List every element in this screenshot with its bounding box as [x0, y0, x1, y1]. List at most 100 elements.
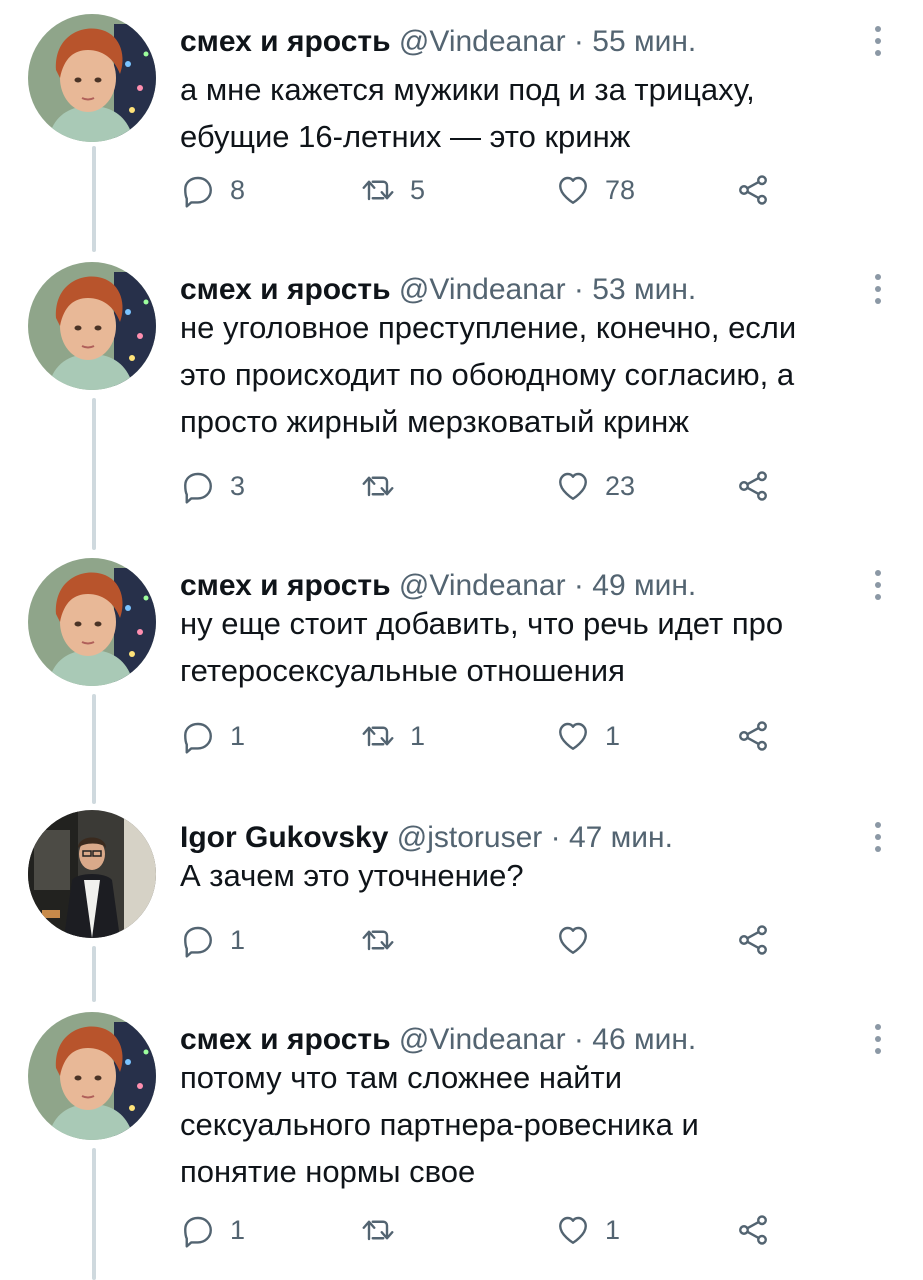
more-options-icon[interactable]: [873, 822, 883, 856]
author-name[interactable]: Igor Gukovsky: [180, 821, 388, 854]
reply-button[interactable]: 1: [180, 1210, 245, 1250]
like-button[interactable]: [555, 920, 605, 960]
tweet-text: А зачем это уточнение?: [180, 852, 885, 899]
tweet[interactable]: смех и ярость @Vindeanar · 55 мин. а мне…: [0, 14, 923, 244]
tweet-text-line: ебущие 16-летних — это кринж: [180, 119, 631, 154]
avatar[interactable]: [28, 810, 156, 938]
like-button[interactable]: 23: [555, 466, 635, 506]
timestamp[interactable]: 49 мин.: [592, 569, 696, 602]
author-name[interactable]: смех и ярость: [180, 1023, 391, 1056]
tweet[interactable]: смех и ярость @Vindeanar · 53 мин. не уг…: [0, 262, 923, 542]
retweet-button[interactable]: [360, 466, 410, 506]
tweet[interactable]: смех и ярость @Vindeanar · 49 мин. ну ещ…: [0, 558, 923, 794]
tweet-text-line: гетеросексуальные отношения: [180, 653, 625, 688]
timestamp[interactable]: 47 мин.: [569, 821, 673, 854]
share-icon: [735, 922, 771, 958]
author-name[interactable]: смех и ярость: [180, 273, 391, 306]
like-button[interactable]: 1: [555, 1210, 620, 1250]
like-count: 1: [605, 720, 621, 751]
share-button[interactable]: [735, 1210, 771, 1250]
retweet-button[interactable]: 5: [360, 170, 425, 210]
share-button[interactable]: [735, 466, 771, 506]
retweet-button[interactable]: [360, 1210, 410, 1250]
share-icon: [735, 1212, 771, 1248]
avatar[interactable]: [28, 558, 156, 686]
timestamp[interactable]: 53 мин.: [592, 273, 696, 306]
tweet-header: смех и ярость @Vindeanar · 55 мин.: [180, 24, 696, 60]
more-options-icon[interactable]: [873, 274, 883, 308]
like-button[interactable]: 1: [555, 716, 620, 756]
like-icon: [555, 718, 591, 754]
tweet-text-line: не уголовное преступление, конечно, если: [180, 310, 797, 345]
reply-button[interactable]: 8: [180, 170, 245, 210]
reply-button[interactable]: 3: [180, 466, 245, 506]
avatar[interactable]: [28, 262, 156, 390]
tweet-text: потому что там сложнее найти сексуальног…: [180, 1054, 885, 1195]
tweet-text-line: потому что там сложнее найти: [180, 1060, 623, 1095]
tweet[interactable]: смех и ярость @Vindeanar · 46 мин. потом…: [0, 1012, 923, 1262]
avatar[interactable]: [28, 14, 156, 142]
author-handle[interactable]: @Vindeanar: [399, 25, 566, 58]
more-options-icon[interactable]: [873, 26, 883, 60]
share-button[interactable]: [735, 920, 771, 960]
tweet-text-line: А зачем это уточнение?: [180, 858, 524, 893]
tweet-actions: 1: [180, 920, 800, 960]
timestamp[interactable]: 55 мин.: [592, 25, 696, 58]
more-options-icon[interactable]: [873, 570, 883, 604]
reply-icon: [180, 468, 216, 504]
reply-count: 1: [230, 924, 246, 955]
author-handle[interactable]: @Vindeanar: [399, 569, 566, 602]
tweet-actions: 1 1 1: [180, 716, 800, 756]
like-button[interactable]: 78: [555, 170, 635, 210]
tweet-text: не уголовное преступление, конечно, если…: [180, 304, 885, 445]
tweet-text-line: понятие нормы свое: [180, 1154, 476, 1189]
author-handle[interactable]: @Vindeanar: [399, 273, 566, 306]
retweet-icon: [360, 1212, 396, 1248]
reply-count: 8: [230, 174, 246, 205]
like-count: 78: [605, 174, 636, 205]
separator: ·: [573, 273, 584, 306]
like-count: 23: [605, 470, 636, 501]
reply-count: 1: [230, 1214, 246, 1245]
tweet[interactable]: Igor Gukovsky @jstoruser · 47 мин. А зач…: [0, 810, 923, 996]
reply-icon: [180, 1212, 216, 1248]
reply-button[interactable]: 1: [180, 920, 245, 960]
share-button[interactable]: [735, 170, 771, 210]
more-options-icon[interactable]: [873, 1024, 883, 1058]
retweet-icon: [360, 718, 396, 754]
like-icon: [555, 172, 591, 208]
reply-count: 3: [230, 470, 246, 501]
reply-icon: [180, 718, 216, 754]
share-icon: [735, 172, 771, 208]
retweet-icon: [360, 468, 396, 504]
share-button[interactable]: [735, 716, 771, 756]
tweet-text: а мне кажется мужики под и за трицаху, е…: [180, 66, 885, 160]
reply-icon: [180, 922, 216, 958]
retweet-count: 1: [410, 720, 426, 751]
tweet-header: смех и ярость @Vindeanar · 53 мин.: [180, 272, 696, 308]
tweet-text-line: ну еще стоит добавить, что речь идет про: [180, 606, 784, 641]
retweet-button[interactable]: [360, 920, 410, 960]
retweet-button[interactable]: 1: [360, 716, 425, 756]
tweet-actions: 1 1: [180, 1210, 800, 1250]
reply-button[interactable]: 1: [180, 716, 245, 756]
like-icon: [555, 468, 591, 504]
retweet-icon: [360, 172, 396, 208]
separator: ·: [573, 1023, 584, 1056]
like-count: 1: [605, 1214, 621, 1245]
author-handle[interactable]: @jstoruser: [397, 821, 543, 854]
tweet-text-line: сексуального партнера-ровесника и: [180, 1107, 699, 1142]
author-name[interactable]: смех и ярость: [180, 569, 391, 602]
author-handle[interactable]: @Vindeanar: [399, 1023, 566, 1056]
author-name[interactable]: смех и ярость: [180, 25, 391, 58]
timestamp[interactable]: 46 мин.: [592, 1023, 696, 1056]
retweet-count: 5: [410, 174, 426, 205]
retweet-icon: [360, 922, 396, 958]
tweet-header: Igor Gukovsky @jstoruser · 47 мин.: [180, 820, 673, 856]
tweet-header: смех и ярость @Vindeanar · 49 мин.: [180, 568, 696, 604]
tweet-actions: 8 5 78: [180, 170, 800, 210]
tweet-text-line: а мне кажется мужики под и за трицаху,: [180, 72, 755, 107]
avatar[interactable]: [28, 1012, 156, 1140]
separator: ·: [573, 569, 584, 602]
tweet-header: смех и ярость @Vindeanar · 46 мин.: [180, 1022, 696, 1058]
